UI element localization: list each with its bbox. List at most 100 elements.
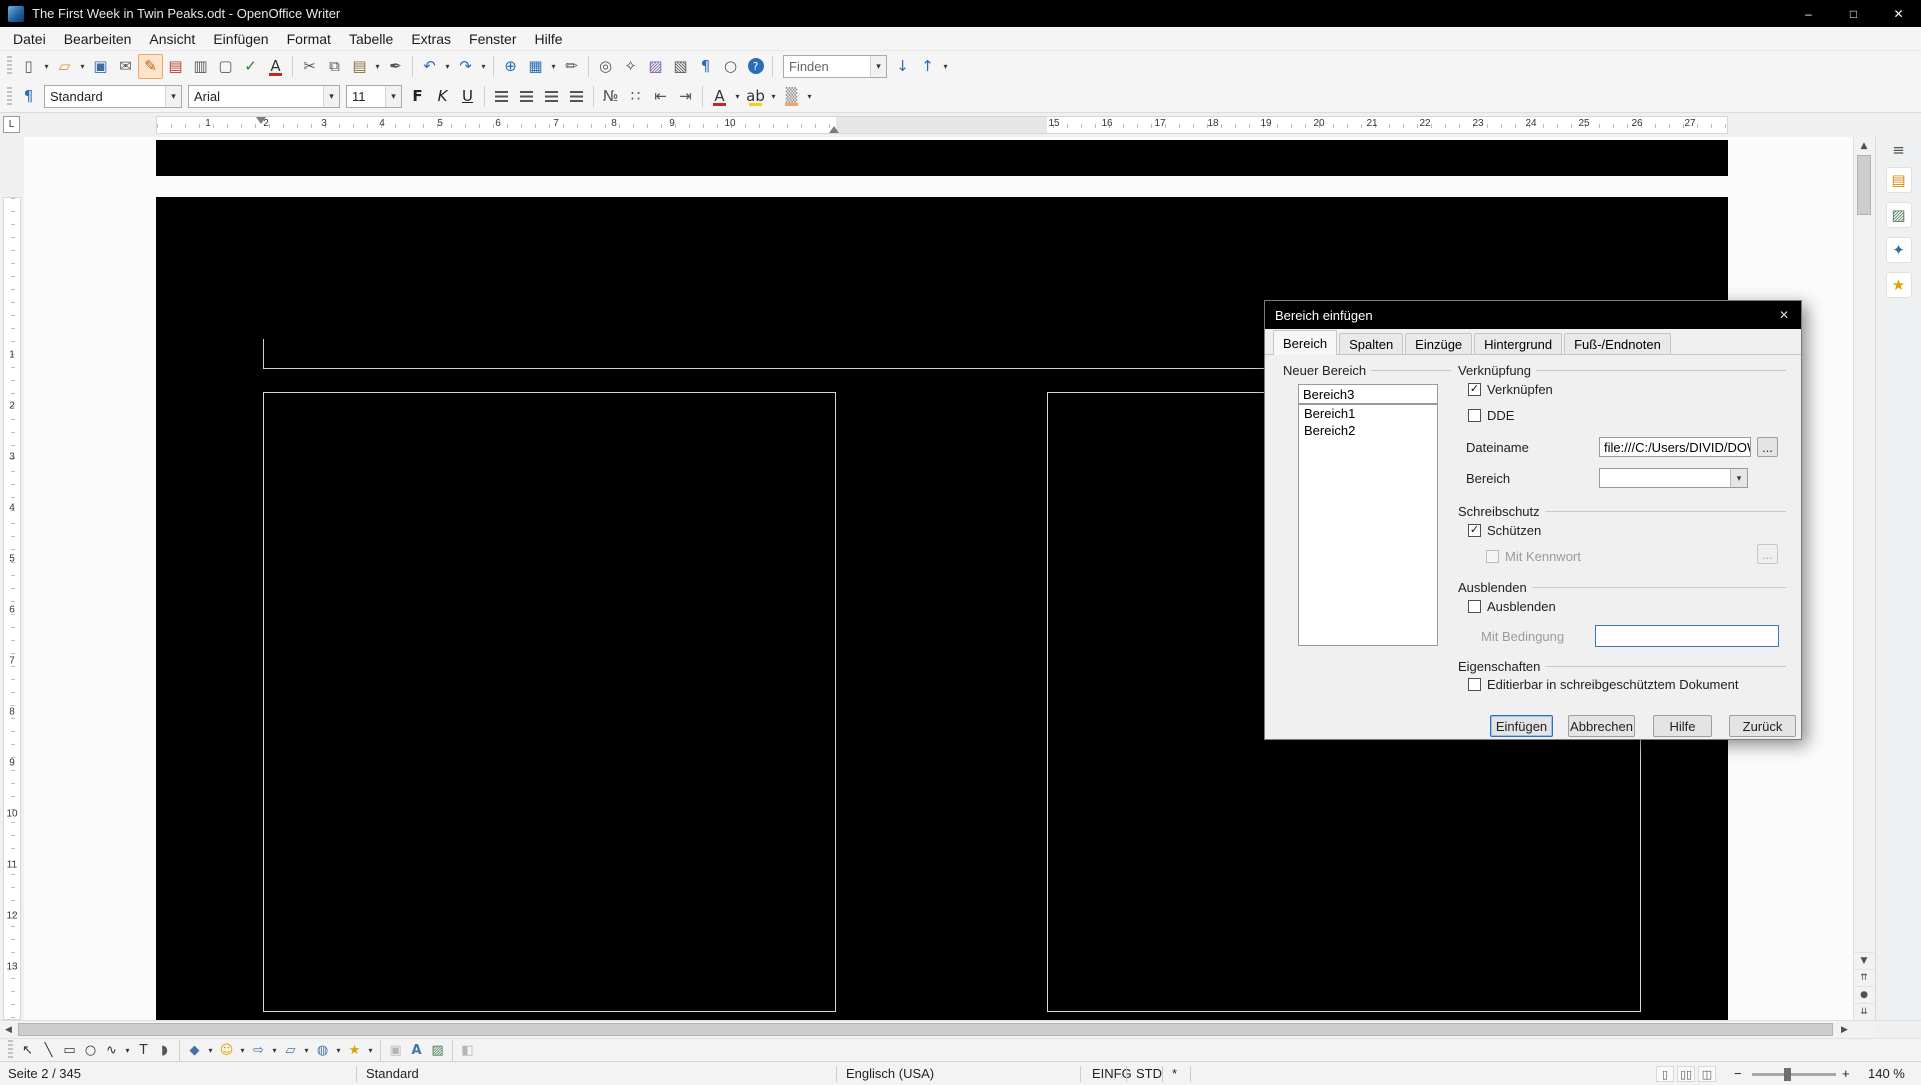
selection-mode-indicator[interactable]: STD <box>1136 1066 1162 1081</box>
redo-button[interactable]: ↷ <box>453 54 478 79</box>
toolbar-grip[interactable] <box>8 1040 13 1060</box>
format-paintbrush-button[interactable]: ✒ <box>383 54 408 79</box>
rectangle-button[interactable]: ▭ <box>59 1040 80 1061</box>
paste-button[interactable]: ▤ <box>347 54 372 79</box>
scroll-down-button[interactable]: ▼ <box>1854 952 1874 969</box>
dialog-close-button[interactable]: ✕ <box>1767 301 1801 329</box>
chevron-down-icon[interactable]: ▾ <box>1730 469 1747 487</box>
paragraph-style-combo[interactable]: Standard ▾ <box>44 85 182 108</box>
zoom-level[interactable]: 140 % <box>1868 1066 1905 1081</box>
redo-dropdown-arrow[interactable]: ▾ <box>478 54 489 79</box>
ellipse-button[interactable]: ○ <box>80 1040 101 1061</box>
bullet-list-button[interactable]: ∷ <box>623 84 648 109</box>
paste-dropdown-arrow[interactable]: ▾ <box>372 54 383 79</box>
data-sources-button[interactable]: ▧ <box>668 54 693 79</box>
callout-shapes-button[interactable]: ◍ <box>312 1040 333 1061</box>
text-box-button[interactable]: T <box>133 1040 154 1061</box>
chevron-down-icon[interactable]: ▾ <box>165 86 181 107</box>
picture-from-file-button[interactable]: ▨ <box>427 1040 448 1061</box>
edit-file-button[interactable]: ✎ <box>138 54 163 79</box>
protect-checkbox[interactable]: ✓Schützen <box>1468 523 1541 538</box>
page-preview-button[interactable]: ▢ <box>213 54 238 79</box>
open-folder-dropdown-arrow[interactable]: ▾ <box>77 54 88 79</box>
hyperlink-button[interactable]: ⊕ <box>498 54 523 79</box>
sidebar-styles-icon[interactable]: ★ <box>1886 272 1912 298</box>
tab-spalten[interactable]: Spalten <box>1339 333 1403 354</box>
zoom-slider-thumb[interactable] <box>1784 1068 1791 1081</box>
menu-format[interactable]: Format <box>278 29 340 49</box>
background-color-dropdown-arrow[interactable]: ▾ <box>804 84 815 109</box>
tab-fu-endnoten[interactable]: Fuß-/Endnoten <box>1564 333 1671 354</box>
scroll-right-button[interactable]: ▶ <box>1836 1021 1853 1038</box>
save-document-button[interactable]: ▣ <box>88 54 113 79</box>
new-document-dropdown-arrow[interactable]: ▾ <box>41 54 52 79</box>
insert-button[interactable]: Einfügen <box>1490 715 1553 737</box>
italic-button[interactable]: K <box>430 84 455 109</box>
tab-einz-ge[interactable]: Einzüge <box>1405 333 1472 354</box>
basic-shapes-dropdown-arrow[interactable]: ▾ <box>205 1038 216 1063</box>
filename-field[interactable]: file:///C:/Users/DIVID/DOWN <box>1599 437 1751 457</box>
flowcharts-button[interactable]: ▱ <box>280 1040 301 1061</box>
close-button[interactable]: ✕ <box>1876 0 1921 27</box>
section-dropdown[interactable]: ▾ <box>1599 468 1748 488</box>
zoom-in-button[interactable]: + <box>1842 1066 1850 1081</box>
undo-dropdown-arrow[interactable]: ▾ <box>442 54 453 79</box>
bold-button[interactable]: F <box>405 84 430 109</box>
chevron-down-icon[interactable]: ▾ <box>385 86 401 107</box>
navigation-dot-button[interactable]: ● <box>1854 986 1874 1003</box>
language-indicator[interactable]: Englisch (USA) <box>846 1066 934 1081</box>
zoom-slider[interactable] <box>1752 1073 1836 1076</box>
freeform-line-dropdown-arrow[interactable]: ▾ <box>122 1038 133 1063</box>
chevron-down-icon[interactable]: ▾ <box>323 86 339 107</box>
insert-table-button[interactable]: ▦ <box>523 54 548 79</box>
undo-button[interactable]: ↶ <box>417 54 442 79</box>
cancel-button[interactable]: Abbrechen <box>1568 715 1635 737</box>
condition-field[interactable] <box>1595 625 1779 647</box>
scroll-up-button[interactable]: ▲ <box>1854 137 1874 154</box>
align-center-button[interactable] <box>514 84 539 109</box>
dialog-title-bar[interactable]: Bereich einfügen ✕ <box>1265 301 1801 329</box>
menu-tabelle[interactable]: Tabelle <box>340 29 402 49</box>
callouts-button[interactable]: ◗ <box>154 1040 175 1061</box>
find-previous-button[interactable]: ↑ <box>915 54 940 79</box>
find-replace-button[interactable]: ◎ <box>593 54 618 79</box>
book-view-button[interactable]: ◫ <box>1698 1066 1716 1082</box>
multi-page-view-button[interactable]: ▯▯ <box>1677 1066 1695 1082</box>
styles-window-button[interactable]: ¶ <box>16 84 41 109</box>
hide-checkbox[interactable]: Ausblenden <box>1468 599 1556 614</box>
font-size-combo[interactable]: 11 ▾ <box>346 85 402 108</box>
line-button[interactable]: ╲ <box>38 1040 59 1061</box>
stars-button[interactable]: ★ <box>344 1040 365 1061</box>
link-checkbox[interactable]: ✓Verknüpfen <box>1468 382 1553 397</box>
menu-ansicht[interactable]: Ansicht <box>140 29 204 49</box>
auto-spellcheck-button[interactable]: A <box>263 54 288 79</box>
vertical-scroll-thumb[interactable] <box>1857 155 1871 215</box>
nonprinting-characters-button[interactable]: ¶ <box>693 54 718 79</box>
sidebar-gallery-icon[interactable]: ▨ <box>1886 202 1912 228</box>
text-frame-left[interactable] <box>263 392 836 1012</box>
background-color-button[interactable]: ▒ <box>779 84 804 109</box>
new-document-button[interactable]: ▯ <box>16 54 41 79</box>
tab-selector[interactable]: L <box>3 116 20 133</box>
insert-table-dropdown-arrow[interactable]: ▾ <box>548 54 559 79</box>
sidebar-properties-icon[interactable]: ▤ <box>1886 167 1912 193</box>
vertical-scrollbar[interactable]: ▲ ▼ ⇈ ● ⇊ <box>1853 137 1874 1020</box>
font-color-button[interactable]: A <box>707 84 732 109</box>
section-name-input[interactable]: Bereich3 <box>1298 384 1438 404</box>
symbol-shapes-button[interactable]: ☺ <box>216 1040 237 1061</box>
minimize-button[interactable]: – <box>1786 0 1831 27</box>
menu-datei[interactable]: Datei <box>4 29 55 49</box>
back-button[interactable]: Zurück <box>1729 715 1796 737</box>
decrease-indent-button[interactable]: ⇤ <box>648 84 673 109</box>
maximize-button[interactable]: □ <box>1831 0 1876 27</box>
menu-fenster[interactable]: Fenster <box>460 29 525 49</box>
dde-checkbox[interactable]: DDE <box>1468 408 1514 423</box>
freeform-line-button[interactable]: ∿ <box>101 1040 122 1061</box>
modified-indicator[interactable]: * <box>1172 1066 1177 1081</box>
basic-shapes-button[interactable]: ◆ <box>184 1040 205 1061</box>
navigator-button[interactable]: ✧ <box>618 54 643 79</box>
horizontal-scroll-thumb[interactable] <box>18 1023 1833 1036</box>
find-next-button[interactable]: ↓ <box>890 54 915 79</box>
zoom-button[interactable]: ○ <box>718 54 743 79</box>
horizontal-ruler[interactable]: 1234567891015161718192021222324252627 <box>24 113 1854 137</box>
